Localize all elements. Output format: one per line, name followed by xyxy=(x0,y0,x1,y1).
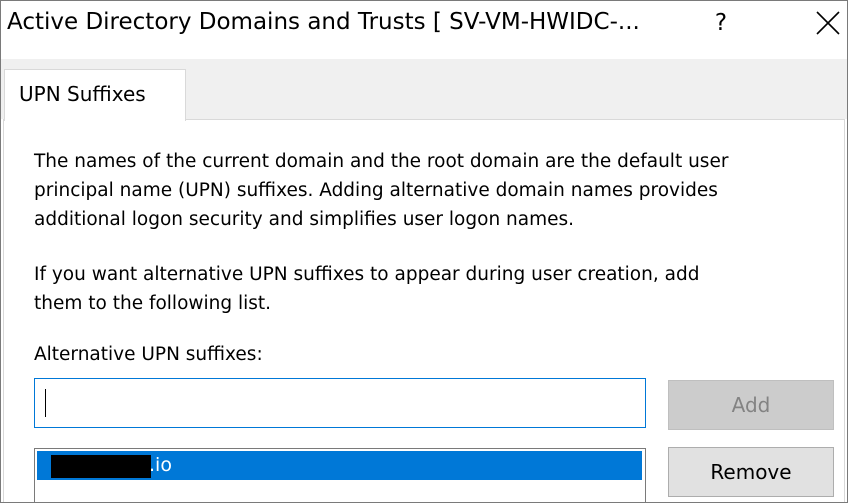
suffix-input[interactable] xyxy=(34,378,646,428)
list-item-label: .io xyxy=(149,454,172,476)
suffix-field-label: Alternative UPN suffixes: xyxy=(34,344,263,365)
help-button[interactable]: ? xyxy=(697,1,745,47)
window-title: Active Directory Domains and Trusts [ SV… xyxy=(7,9,640,35)
title-bar[interactable]: Active Directory Domains and Trusts [ SV… xyxy=(1,1,847,49)
tab-upn-suffixes[interactable]: UPN Suffixes xyxy=(4,69,186,121)
dialog-window: Active Directory Domains and Trusts [ SV… xyxy=(0,0,848,503)
instruction-text: If you want alternative UPN suffixes to … xyxy=(34,264,700,314)
list-item[interactable]: .io xyxy=(37,451,642,480)
suffix-listbox[interactable]: .io xyxy=(34,448,646,502)
close-icon xyxy=(816,11,840,35)
remove-button[interactable]: Remove xyxy=(668,447,834,497)
redaction-bar xyxy=(51,455,151,478)
tab-label: UPN Suffixes xyxy=(19,82,146,106)
description-text: The names of the current domain and the … xyxy=(34,151,729,230)
close-button[interactable] xyxy=(801,1,847,47)
add-button[interactable]: Add xyxy=(668,380,834,430)
text-caret xyxy=(45,389,46,417)
